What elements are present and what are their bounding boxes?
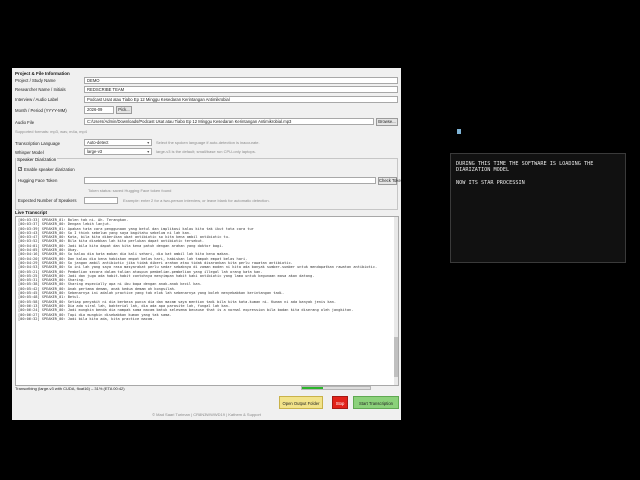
start-transcription-button[interactable]: Start Transcription: [353, 396, 399, 409]
project-section-title: Project & File Information: [15, 71, 70, 76]
month-label: Month / Period (YYYY-MM): [15, 108, 67, 113]
diarization-title: Speaker Diarization: [16, 157, 58, 162]
pick-month-button[interactable]: Pick...: [116, 106, 132, 114]
progress-bar: [301, 386, 371, 390]
transcript-scroll-thumb[interactable]: [394, 337, 398, 377]
audio-label: Audio File: [15, 120, 35, 125]
interview-input[interactable]: Podcast Usat atau Tiabo Ep 12 Minggu Kes…: [84, 96, 398, 103]
console-lines: DURING THIS TIME THE SOFTWARE IS LOADING…: [456, 161, 620, 186]
enable-diarization-label: Enable speaker diarization: [24, 167, 75, 172]
project-label: Project / Study Name: [15, 78, 56, 83]
speakers-label: Expected Number of Speakers: [18, 198, 77, 203]
speakers-hint: Example: enter 2 for a two-person interv…: [123, 198, 270, 203]
chevron-down-icon: ▼: [146, 150, 150, 154]
stop-button[interactable]: Stop: [332, 396, 348, 409]
browse-button[interactable]: Browse...: [376, 118, 398, 126]
project-input[interactable]: DEMO: [84, 77, 398, 84]
month-input[interactable]: 2026-09: [84, 106, 114, 114]
progress-bar-fill: [302, 387, 324, 389]
enable-diarization-checkbox[interactable]: ✓: [18, 167, 22, 171]
researcher-input[interactable]: REDSCRIBE TEAM: [84, 86, 398, 93]
chevron-down-icon: ▼: [146, 141, 150, 145]
transcript-area[interactable]: [00:03:33] SPEAKER_01: Bolen tak ni. Ah.…: [15, 216, 399, 386]
transcript-line: [00:04:53] SPEAKER_00: So ini lah yang s…: [18, 265, 378, 270]
check-token-button[interactable]: Check Token: [378, 177, 401, 185]
transcript-line: [00:06:24] SPEAKER_00: Jadi mungkin bend…: [18, 308, 354, 313]
console-line: NOW ITS STAR PROCESSIN: [456, 179, 525, 186]
model-select-value: large-v3: [87, 149, 103, 154]
hf-token-input[interactable]: [84, 177, 376, 184]
transcript-line: [00:06:32] SPEAKER_00: Jadi bila kita ad…: [18, 316, 155, 321]
language-select-value: Auto-detect: [87, 140, 109, 145]
console-window: DURING THIS TIME THE SOFTWARE IS LOADING…: [450, 153, 626, 263]
researcher-label: Researcher Name / Initials: [15, 87, 66, 92]
model-hint: large-v3 is the default; small/base run …: [156, 149, 256, 154]
open-output-folder-button[interactable]: Open Output Folder: [279, 396, 323, 409]
live-transcript-title: Live Transcript: [15, 210, 48, 215]
speakers-input[interactable]: [84, 197, 118, 204]
model-label: Whisper Model: [15, 150, 44, 155]
transcript-lines: [00:03:33] SPEAKER_01: Bolen tak ni. Ah.…: [18, 218, 396, 321]
audio-file-input[interactable]: C:/Users/Admin/Downloads/Podcast Usat at…: [84, 118, 374, 125]
interview-label: Interview / Audio Label: [15, 97, 59, 102]
language-label: Transcription Language: [15, 141, 60, 146]
language-select[interactable]: Auto-detect ▼: [84, 139, 152, 146]
cursor-icon: [457, 129, 461, 134]
transcriber-window: Project & File Information Project / Stu…: [12, 68, 401, 420]
formats-hint: Supported formats: mp3, wav, m4a, mp4: [15, 129, 87, 134]
status-text: Transcribing (large-v3 with CUDA, float1…: [15, 386, 125, 391]
token-status: Token status: saved Hugging Face token f…: [88, 188, 172, 193]
hf-token-label: Hugging Face Token: [18, 178, 58, 183]
model-select[interactable]: large-v3 ▼: [84, 148, 152, 155]
footer-credits: © Mad Saari Turiman | CR8N3WWWD19 | Kath…: [152, 412, 261, 417]
language-hint: Select the spoken language if auto-detec…: [156, 140, 260, 145]
